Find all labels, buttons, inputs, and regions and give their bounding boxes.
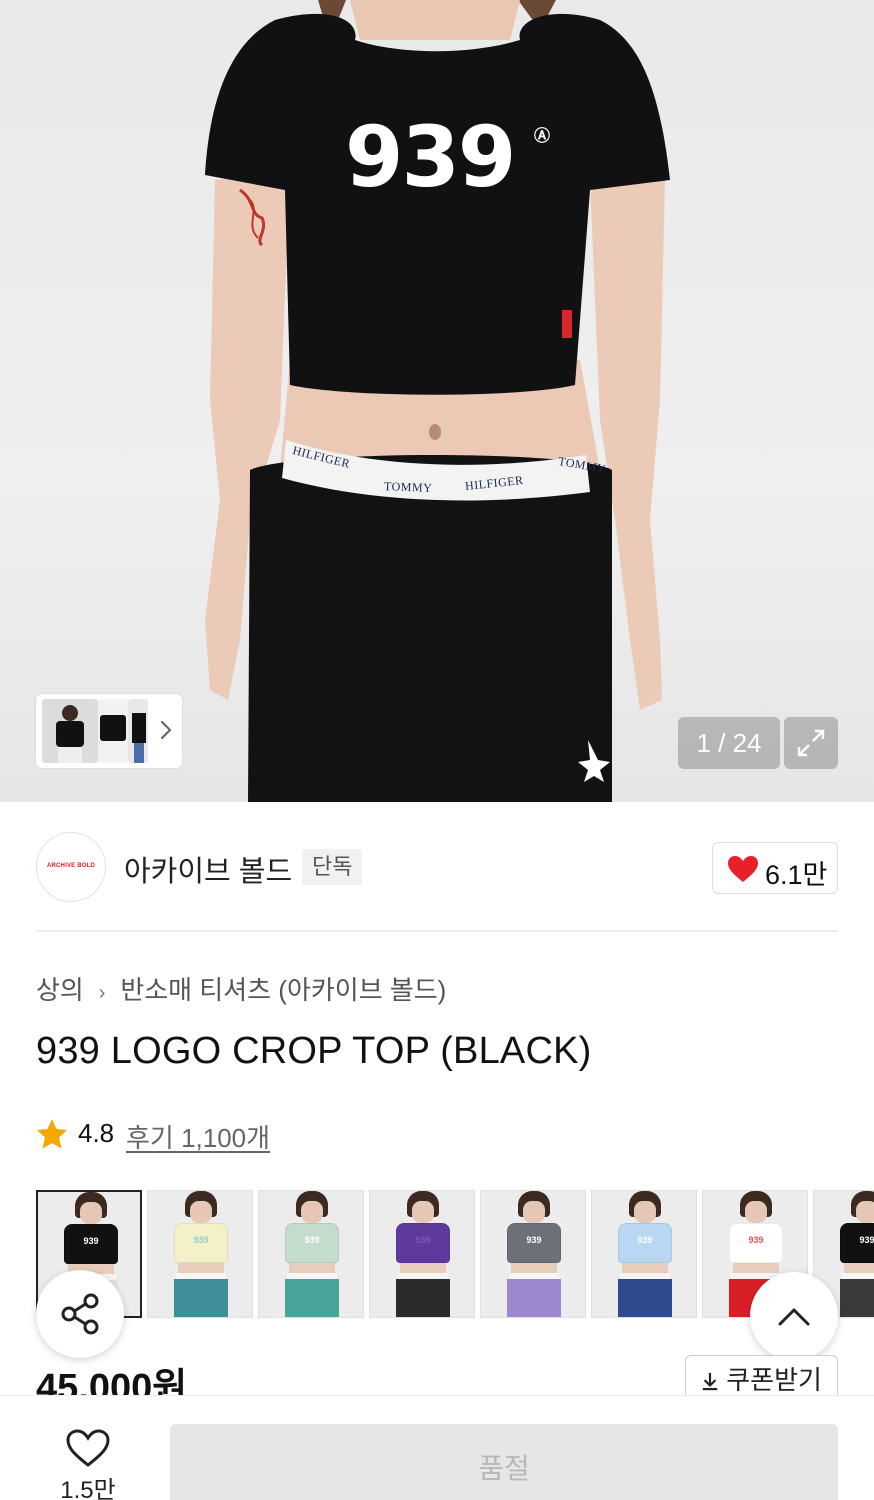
shirt-reg-mark: Ⓐ bbox=[534, 128, 551, 145]
wishlist-count: 1.5만 bbox=[60, 1477, 116, 1500]
thumbnail-image[interactable] bbox=[128, 699, 148, 763]
rating-score: 4.8 bbox=[78, 1118, 115, 1148]
download-icon bbox=[702, 1372, 718, 1391]
heart-outline-icon bbox=[66, 1429, 110, 1467]
swatch-pants bbox=[840, 1279, 874, 1317]
swatch-skin bbox=[289, 1263, 335, 1273]
color-option[interactable]: 939 bbox=[591, 1190, 697, 1318]
coupon-label: 쿠폰받기 bbox=[726, 1365, 822, 1395]
breadcrumb: 상의 › 반소매 티셔츠 (아카이브 볼드) bbox=[36, 970, 446, 1007]
color-option[interactable]: 939 bbox=[480, 1190, 586, 1318]
like-count: 6.1만 bbox=[765, 860, 828, 890]
buy-button-soldout[interactable]: 품절 bbox=[170, 1424, 838, 1500]
swatch-logo: 939 bbox=[193, 1235, 209, 1245]
scroll-top-button[interactable] bbox=[750, 1272, 838, 1360]
swatch-pants bbox=[285, 1279, 339, 1317]
swatch-skin bbox=[733, 1263, 779, 1273]
swatch-skin bbox=[844, 1263, 874, 1273]
thumbnail-image[interactable] bbox=[98, 699, 128, 763]
swatch-logo: 939 bbox=[304, 1235, 320, 1245]
color-option[interactable]: 939 bbox=[369, 1190, 475, 1318]
brand-logo-text: ARCHIVE BOLD bbox=[46, 863, 96, 869]
color-option[interactable]: 939 bbox=[258, 1190, 364, 1318]
chevron-up-icon bbox=[778, 1308, 810, 1326]
swatch-skin bbox=[622, 1263, 668, 1273]
swatch-model-face bbox=[80, 1202, 102, 1224]
swatch-logo: 939 bbox=[748, 1235, 764, 1245]
share-icon bbox=[61, 1293, 99, 1335]
divider bbox=[36, 930, 838, 932]
product-image-viewer[interactable]: 939 Ⓐ HILFIGER TOMMY HILFIGER TOMMY 1 / … bbox=[0, 0, 874, 802]
share-button[interactable] bbox=[36, 1270, 124, 1358]
breadcrumb-item-subcategory[interactable]: 반소매 티셔츠 (아카이브 볼드) bbox=[120, 975, 446, 1005]
waistband-text: TOMMY bbox=[383, 479, 433, 495]
swatch-skin bbox=[178, 1263, 224, 1273]
swatch-model-face bbox=[634, 1201, 656, 1223]
swatch-pants bbox=[396, 1279, 450, 1317]
brand-logo[interactable]: ARCHIVE BOLD bbox=[36, 832, 106, 902]
color-option[interactable]: 939 bbox=[147, 1190, 253, 1318]
image-thumbnail-strip[interactable] bbox=[36, 694, 182, 768]
swatch-model-face bbox=[745, 1201, 767, 1223]
heart-filled-icon bbox=[728, 856, 758, 882]
swatch-model-face bbox=[190, 1201, 212, 1223]
brand-name[interactable]: 아카이브 볼드 bbox=[124, 848, 292, 890]
close-icon[interactable] bbox=[36, 0, 92, 22]
swatch-skin bbox=[511, 1263, 557, 1273]
swatch-model-face bbox=[301, 1201, 323, 1223]
review-count-link[interactable]: 후기 1,100개 bbox=[126, 1118, 270, 1155]
swatch-skin bbox=[400, 1263, 446, 1273]
swatch-pants bbox=[618, 1279, 672, 1317]
swatch-logo: 939 bbox=[83, 1236, 99, 1246]
star-icon bbox=[37, 1119, 67, 1149]
swatch-pants bbox=[507, 1279, 561, 1317]
breadcrumb-item-category[interactable]: 상의 bbox=[36, 975, 84, 1005]
exclusive-badge: 단독 bbox=[302, 849, 363, 885]
breadcrumb-separator: › bbox=[98, 982, 106, 1004]
chevron-right-icon[interactable] bbox=[158, 718, 174, 742]
product-title: 939 LOGO CROP TOP (BLACK) bbox=[36, 1030, 592, 1072]
swatch-model-face bbox=[856, 1201, 874, 1223]
thumbnail-image[interactable] bbox=[42, 699, 98, 763]
swatch-model-face bbox=[523, 1201, 545, 1223]
swatch-logo: 939 bbox=[859, 1235, 874, 1245]
swatch-logo: 939 bbox=[415, 1235, 431, 1245]
image-counter: 1 / 24 bbox=[678, 717, 780, 769]
wishlist-button[interactable]: 1.5만 bbox=[60, 1428, 116, 1500]
bottom-action-bar: 1.5만 품절 bbox=[0, 1396, 874, 1500]
expand-icon[interactable] bbox=[784, 717, 838, 769]
shirt-print: 939 bbox=[345, 108, 516, 206]
brand-like-button[interactable]: 6.1만 bbox=[712, 842, 838, 894]
swatch-model-face bbox=[412, 1201, 434, 1223]
swatch-pants bbox=[174, 1279, 228, 1317]
swatch-logo: 939 bbox=[526, 1235, 542, 1245]
swatch-logo: 939 bbox=[637, 1235, 653, 1245]
color-option-list: 939939939939939939939939품절 bbox=[36, 1190, 874, 1318]
